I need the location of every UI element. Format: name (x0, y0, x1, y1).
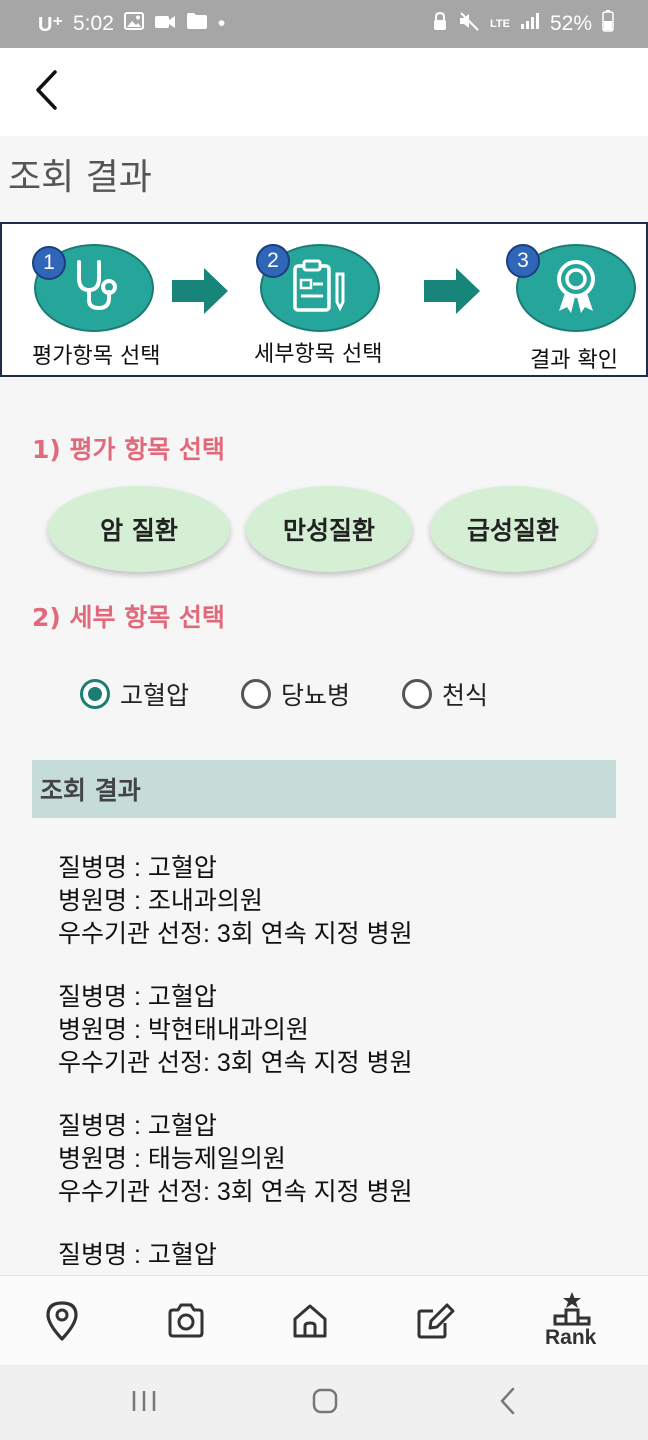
list-item: 질병명 : 고혈압 병원명 : 태능제일의원 우수기관 선정: 3회 연속 지정… (58, 1110, 628, 1209)
signal-icon (520, 12, 540, 36)
radio-hypertension[interactable]: 고혈압 (80, 676, 189, 712)
radio-unselected-icon[interactable] (241, 679, 272, 709)
nav-map-button[interactable] (37, 1298, 87, 1348)
radio-asthma[interactable]: 천식 (402, 676, 488, 712)
detail-radio-group: 고혈압 당뇨병 천식 (80, 676, 488, 712)
status-bar: U⁺ 5:02 • LTE 52% (0, 0, 648, 48)
back-button[interactable] (24, 66, 68, 118)
home-icon (290, 1302, 330, 1344)
camera-icon (166, 1303, 206, 1343)
map-pin-icon (44, 1300, 80, 1346)
recents-button[interactable] (122, 1383, 166, 1423)
system-navigation-bar (0, 1365, 648, 1440)
lock-icon (432, 11, 448, 37)
radio-asthma-label: 천식 (442, 681, 489, 710)
result-list: 질병명 : 고혈압 병원명 : 조내과의원 우수기관 선정: 3회 연속 지정 … (58, 852, 628, 1274)
step-3-caption: 결과 확인 (530, 348, 618, 373)
clipboard-icon (291, 258, 349, 318)
home-square-icon (310, 1386, 340, 1420)
app-bar (0, 48, 648, 136)
result-grade: 우수기관 선정: 3회 연속 지정 병원 (58, 920, 413, 948)
result-disease: 질병명 : 고혈압 (58, 1241, 217, 1269)
back-chevron-icon (498, 1386, 518, 1420)
image-icon (123, 12, 144, 36)
stethoscope-icon (69, 258, 119, 318)
section-1-title: 1) 평가 항목 선택 (32, 435, 225, 464)
result-disease: 질병명 : 고혈압 (58, 1112, 217, 1140)
section-2-title: 2) 세부 항목 선택 (32, 603, 225, 632)
folder-icon (186, 12, 208, 36)
edit-icon (415, 1301, 455, 1345)
nav-home-button[interactable] (285, 1298, 335, 1348)
result-grade: 우수기관 선정: 3회 연속 지정 병원 (58, 1178, 413, 1206)
radio-diabetes-label: 당뇨병 (281, 681, 351, 710)
bottom-navigation (0, 1275, 648, 1365)
back-system-button[interactable] (486, 1383, 530, 1423)
radio-selected-icon[interactable] (80, 679, 110, 709)
nav-camera-button[interactable] (161, 1298, 211, 1348)
list-item: 질병명 : 고혈압 (58, 1239, 628, 1272)
mute-icon (458, 11, 480, 37)
status-dot: • (217, 12, 226, 35)
radio-hypertension-label: 고혈압 (120, 681, 190, 710)
radio-unselected-icon[interactable] (402, 679, 433, 709)
arrow-right-icon (170, 266, 230, 320)
step-1-number: 1 (32, 246, 66, 280)
result-disease: 질병명 : 고혈압 (58, 854, 217, 882)
recents-icon (129, 1387, 159, 1419)
step-2-number: 2 (256, 244, 290, 278)
result-header: 조회 결과 (32, 760, 616, 818)
step-progress-banner: 1 평가항목 선택 2 세부항목 선택 3 결과 확인 (0, 222, 648, 377)
video-icon (154, 12, 176, 36)
carrier-label: U⁺ (38, 13, 63, 36)
status-time: 5:02 (73, 12, 114, 35)
list-item: 질병명 : 고혈압 병원명 : 조내과의원 우수기관 선정: 3회 연속 지정 … (58, 852, 628, 951)
category-chronic-button[interactable]: 만성질환 (246, 486, 412, 572)
result-hospital: 병원명 : 박현태내과의원 (58, 1016, 309, 1044)
back-arrow-icon (33, 69, 59, 115)
category-acute-button[interactable]: 급성질환 (430, 486, 596, 572)
result-hospital: 병원명 : 조내과의원 (58, 887, 263, 915)
battery-percent: 52% (549, 12, 592, 35)
nav-edit-button[interactable] (410, 1298, 460, 1348)
category-cancer-button[interactable]: 암 질환 (48, 486, 230, 572)
network-label: LTE (490, 17, 510, 30)
result-hospital: 병원명 : 태능제일의원 (58, 1145, 286, 1173)
step-1-caption: 평가항목 선택 (32, 344, 161, 369)
result-disease: 질병명 : 고혈압 (58, 983, 217, 1011)
step-2-caption: 세부항목 선택 (254, 342, 383, 367)
rank-icon (552, 1291, 592, 1331)
page-title: 조회 결과 (8, 157, 152, 198)
list-item: 질병명 : 고혈압 병원명 : 박현태내과의원 우수기관 선정: 3회 연속 지… (58, 981, 628, 1080)
radio-diabetes[interactable]: 당뇨병 (241, 676, 350, 712)
result-grade: 우수기관 선정: 3회 연속 지정 병원 (58, 1049, 413, 1077)
nav-rank-label[interactable]: Rank (545, 1326, 596, 1350)
award-ribbon-icon (551, 257, 601, 319)
arrow-right-icon (422, 266, 482, 320)
home-system-button[interactable] (303, 1383, 347, 1423)
battery-icon (602, 10, 614, 38)
step-3-number: 3 (506, 244, 540, 278)
